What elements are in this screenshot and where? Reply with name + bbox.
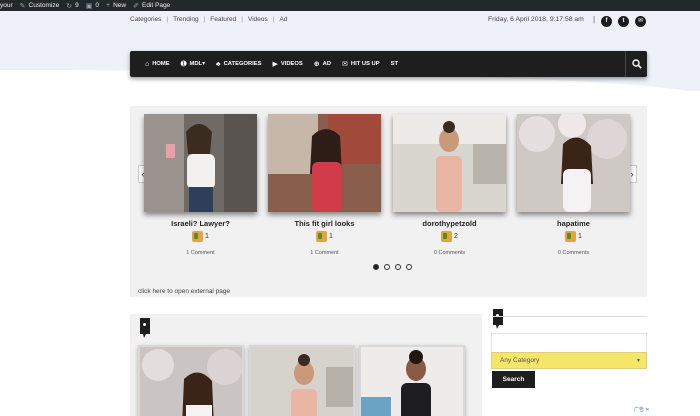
dorothy-portrait-image	[393, 114, 506, 212]
post-thumbnail[interactable]	[359, 345, 465, 416]
pagination-dot[interactable]	[406, 264, 412, 270]
home-icon: ⌂	[145, 60, 150, 68]
search-button[interactable]: Search	[492, 371, 535, 388]
twitter-icon[interactable]: t	[618, 16, 629, 27]
chevron-down-icon: ▼	[636, 357, 641, 364]
featured-slider: ‹ › Israeli? Lawyer? 1 1 Comment This fi…	[130, 106, 647, 297]
nav-categories[interactable]: ♣ CATEGORIES	[216, 61, 262, 68]
main-nav: ⌂ HOME ➊ MDL ▾ ♣ CATEGORIES ▶ VIDEOS ⊕ AD ✉ HIT…	[130, 51, 647, 77]
pagination-dot[interactable]	[384, 264, 390, 270]
like-counter[interactable]: 1	[268, 231, 381, 242]
like-counter[interactable]: 1	[144, 231, 257, 242]
sidebar-badge-icon	[493, 309, 503, 329]
chevron-down-icon: ▾	[202, 61, 205, 67]
email-icon[interactable]: ✉	[635, 16, 646, 27]
slide-photo[interactable]	[144, 114, 257, 212]
top-nav-trending[interactable]: Trending	[168, 16, 203, 23]
edit-page-link[interactable]: ✐ Edit Page	[133, 2, 170, 10]
slide-photo[interactable]	[393, 114, 506, 212]
top-nav-videos[interactable]: Videos	[243, 16, 273, 23]
customize-link[interactable]: ✎ Customize	[20, 2, 60, 10]
admin-site-link[interactable]: your	[0, 2, 13, 9]
facebook-icon[interactable]: f	[601, 16, 612, 27]
like-counter[interactable]: 1	[517, 231, 630, 242]
slider-pagination	[373, 264, 417, 270]
fitness-girl-image	[268, 114, 381, 212]
blossom-post-image	[140, 347, 242, 416]
top-nav: Categories | Trending | Featured | Videos | …	[130, 16, 292, 23]
video-camera-icon: ▶	[272, 61, 278, 68]
new-link[interactable]: + New	[106, 2, 126, 9]
slide-card[interactable]: Israeli? Lawyer? 1 1 Comment	[144, 114, 257, 256]
comments-link[interactable]: ▣ 0	[86, 2, 99, 10]
sidebar-search-input[interactable]	[491, 333, 647, 353]
slide-photo[interactable]	[268, 114, 381, 212]
ad-choices-link[interactable]: 广告 ✕	[634, 406, 650, 413]
comment-count[interactable]: 1 Comment	[144, 250, 257, 256]
date-separator: |	[593, 15, 596, 24]
refresh-icon: ↻	[66, 2, 73, 10]
users-icon: ♣	[216, 60, 221, 68]
admin-bar: your ✎ Customize ↻ 9 ▣ 0 + New ✐ Edit Page	[0, 0, 700, 11]
pagination-dot[interactable]	[395, 264, 401, 270]
updates-link[interactable]: ↻ 9	[66, 2, 79, 10]
sidebar-divider	[492, 316, 647, 317]
comment-count[interactable]: 0 Comments	[393, 250, 506, 256]
thumbs-up-icon	[192, 231, 204, 242]
slide-title[interactable]: This fit girl looks	[268, 219, 381, 228]
nav-hit-us-up[interactable]: ✉ HIT US UP	[342, 60, 380, 68]
thumbs-up-icon	[441, 231, 453, 242]
slide-card[interactable]: hapatime 1 0 Comments	[517, 114, 630, 256]
pencil-icon: ✐	[133, 2, 139, 10]
section-badge-icon	[140, 318, 150, 338]
category-select[interactable]: Any Category ▼	[491, 352, 647, 369]
envelope-icon: ✉	[342, 61, 348, 68]
comment-count[interactable]: 1 Comment	[268, 250, 381, 256]
slide-card[interactable]: This fit girl looks 1 1 Comment	[268, 114, 381, 256]
nav-search-button[interactable]	[625, 51, 647, 77]
arrow-circle-icon: ➊	[180, 61, 187, 68]
nav-videos[interactable]: ▶ VIDEOS	[273, 60, 303, 68]
slide-card[interactable]: dorothypetzold 2 0 Comments	[393, 114, 506, 256]
nav-ad[interactable]: ⊕ AD	[314, 60, 331, 68]
slide-title[interactable]: Israeli? Lawyer?	[144, 219, 257, 228]
nav-home[interactable]: ⌂ HOME	[145, 61, 170, 68]
dorothy-post-image	[251, 347, 353, 416]
search-icon	[631, 59, 642, 69]
slide-title[interactable]: dorothypetzold	[393, 219, 506, 228]
thumbs-up-icon	[316, 231, 328, 242]
post-thumbnail[interactable]	[138, 345, 244, 416]
nav-mdl[interactable]: ➊ MDL ▾	[181, 60, 205, 68]
comment-count[interactable]: 0 Comments	[517, 250, 630, 256]
external-page-link[interactable]: click here to open external page	[138, 288, 230, 295]
slide-photo[interactable]	[517, 114, 630, 212]
paintbrush-icon: ✎	[19, 2, 26, 10]
thumbs-up-icon	[565, 231, 577, 242]
top-nav-ad[interactable]: Ad	[274, 16, 292, 23]
slide-title[interactable]: hapatime	[517, 219, 630, 228]
nav-st[interactable]: ST	[391, 61, 398, 67]
top-nav-featured[interactable]: Featured	[205, 16, 241, 23]
top-nav-categories[interactable]: Categories	[130, 16, 166, 23]
lower-content-section	[130, 314, 482, 416]
post-thumbnail[interactable]	[249, 345, 355, 416]
pool-post-image	[361, 347, 463, 416]
elevator-selfie-image	[144, 114, 257, 212]
comment-bubble-icon: ▣	[85, 2, 93, 10]
blossom-tree-image	[517, 114, 630, 212]
pagination-dot[interactable]	[373, 264, 379, 270]
chevron-right-icon: ›	[630, 169, 634, 179]
current-date: Friday, 6 April 2018, 9:17:58 am	[488, 16, 584, 23]
like-counter[interactable]: 2	[393, 231, 506, 242]
plus-icon: +	[106, 2, 111, 9]
plus-circle-icon: ⊕	[313, 61, 320, 68]
